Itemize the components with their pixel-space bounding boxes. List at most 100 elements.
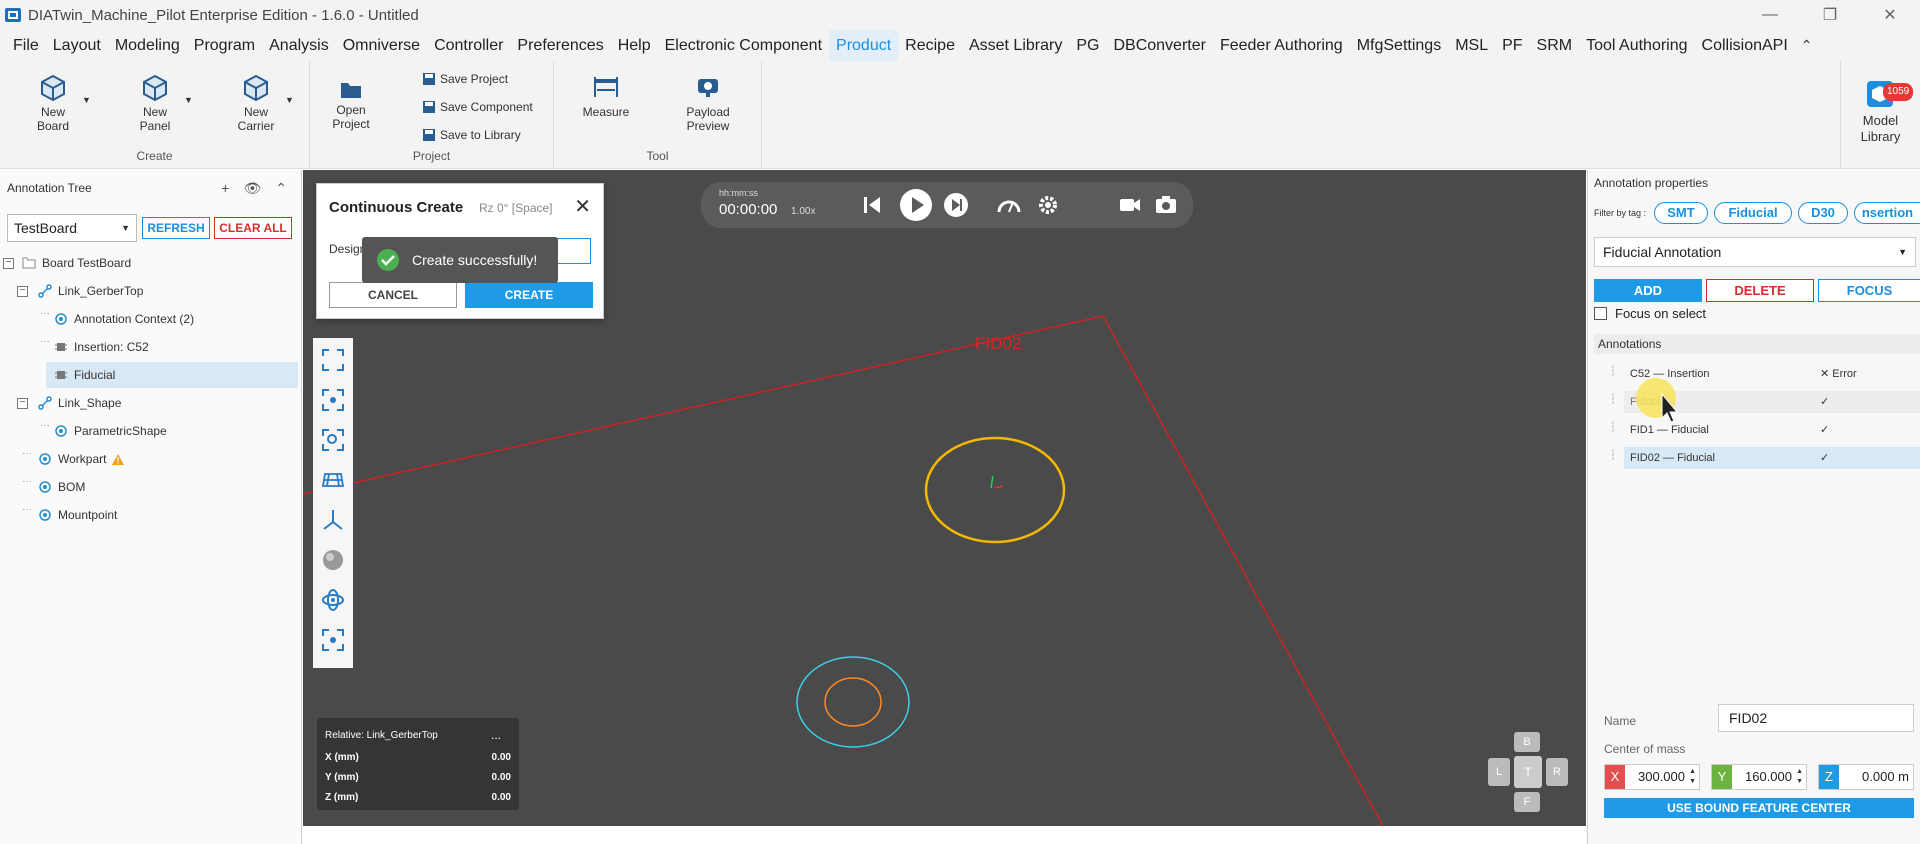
cancel-button[interactable]: CANCEL <box>329 282 457 308</box>
new-carrier-dropdown-icon[interactable]: ▼ <box>285 95 294 105</box>
focus-on-select-checkbox[interactable]: Focus on select <box>1594 306 1706 321</box>
create-button[interactable]: CREATE <box>465 282 593 308</box>
center-x-field[interactable]: X 300.000 ▲ ▼ <box>1604 764 1700 790</box>
collapse-toggle-icon[interactable]: − <box>3 258 14 269</box>
collapse-toggle-icon[interactable]: − <box>17 398 28 409</box>
tree-node-mountpoint[interactable]: Mountpoint <box>38 502 117 528</box>
menu-analysis[interactable]: Analysis <box>262 30 336 61</box>
gear-icon[interactable] <box>1037 194 1059 216</box>
fiducial-orange-circle[interactable] <box>824 677 882 727</box>
tree-node-link-gerbertop[interactable]: Link_GerberTop <box>38 278 143 304</box>
menu-dbconverter[interactable]: DBConverter <box>1106 30 1212 61</box>
menu-recipe[interactable]: Recipe <box>898 30 962 61</box>
name-input[interactable]: FID02 <box>1718 704 1914 732</box>
save-component-button[interactable]: Save Component <box>422 97 533 117</box>
checkbox[interactable] <box>1594 307 1607 320</box>
tree-node-fiducial[interactable]: Fiducial <box>46 362 298 388</box>
new-panel-button[interactable]: New Panel <box>120 73 190 133</box>
navcube-right[interactable]: R <box>1546 758 1568 786</box>
chevron-up-icon[interactable]: ⌃ <box>275 180 287 197</box>
video-camera-icon[interactable] <box>1119 196 1141 214</box>
tree-node-workpart[interactable]: Workpart <box>38 446 130 472</box>
fiducial-cyan-circle[interactable] <box>796 656 910 748</box>
skip-back-icon[interactable] <box>861 194 883 216</box>
stepper-icon[interactable]: ▲ ▼ <box>1796 767 1803 787</box>
menu-layout[interactable]: Layout <box>46 30 108 61</box>
fit-all-icon[interactable] <box>321 348 345 372</box>
add-icon[interactable]: + <box>221 180 229 197</box>
tree-node-bom[interactable]: BOM <box>38 474 85 500</box>
orbit-icon[interactable] <box>321 588 345 612</box>
axis-icon[interactable] <box>321 508 345 532</box>
tag-d30[interactable]: D30 <box>1798 202 1848 224</box>
clear-all-button[interactable]: CLEAR ALL <box>214 217 292 239</box>
menu-pf[interactable]: PF <box>1495 30 1529 61</box>
step-forward-icon[interactable] <box>943 192 969 218</box>
menu-controller[interactable]: Controller <box>427 30 510 61</box>
menu-omniverse[interactable]: Omniverse <box>336 30 427 61</box>
navcube-front[interactable]: F <box>1514 792 1540 812</box>
new-board-dropdown-icon[interactable]: ▼ <box>82 95 91 105</box>
shading-icon[interactable] <box>321 548 345 572</box>
new-carrier-button[interactable]: New Carrier <box>221 73 291 133</box>
grid-icon[interactable] <box>321 468 345 492</box>
center-z-field[interactable]: Z 0.000 m <box>1818 764 1914 790</box>
open-project-button[interactable]: Open Project <box>316 79 386 131</box>
new-panel-dropdown-icon[interactable]: ▼ <box>184 95 193 105</box>
speedometer-icon[interactable] <box>997 194 1021 216</box>
chevron-up-icon[interactable]: ⌃ <box>1801 37 1813 54</box>
focus-button[interactable]: FOCUS <box>1818 279 1920 302</box>
play-icon[interactable] <box>899 188 933 222</box>
refresh-button[interactable]: REFRESH <box>142 217 210 239</box>
menu-srm[interactable]: SRM <box>1530 30 1580 61</box>
collapse-toggle-icon[interactable]: − <box>17 286 28 297</box>
menu-pg[interactable]: PG <box>1069 30 1106 61</box>
navcube-left[interactable]: L <box>1488 758 1510 786</box>
use-bound-feature-center-button[interactable]: USE BOUND FEATURE CENTER <box>1604 798 1914 818</box>
center-y-field[interactable]: Y 160.000 ▲ ▼ <box>1711 764 1807 790</box>
restore-button[interactable]: ❐ <box>1800 0 1860 30</box>
menu-collisionapi[interactable]: CollisionAPI <box>1695 30 1795 61</box>
menu-product[interactable]: Product <box>829 30 899 61</box>
measure-button[interactable]: Measure <box>571 73 641 119</box>
tree-node-board[interactable]: Board TestBoard <box>22 250 131 276</box>
save-project-button[interactable]: Save Project <box>422 69 508 89</box>
minimize-button[interactable]: — <box>1740 0 1800 30</box>
menu-preferences[interactable]: Preferences <box>510 30 610 61</box>
payload-preview-button[interactable]: Payload Preview <box>673 73 743 133</box>
menu-modeling[interactable]: Modeling <box>108 30 187 61</box>
tree-node-link-shape[interactable]: Link_Shape <box>38 390 121 416</box>
menu-program[interactable]: Program <box>187 30 262 61</box>
tree-node-parametricshape[interactable]: ParametricShape <box>54 418 167 444</box>
zoom-icon[interactable] <box>321 428 345 452</box>
model-library-button[interactable]: 1059 Model Library <box>1840 61 1920 169</box>
board-select[interactable]: TestBoard ▼ <box>7 214 137 242</box>
fit-selection-icon[interactable] <box>321 388 345 412</box>
tree-node-insertion[interactable]: Insertion: C52 <box>54 334 149 360</box>
focus-point-icon[interactable] <box>321 628 345 652</box>
save-to-library-button[interactable]: Save to Library <box>422 125 521 145</box>
menu-file[interactable]: File <box>6 30 46 61</box>
menu-mfgsettings[interactable]: MfgSettings <box>1350 30 1448 61</box>
menu-tool-authoring[interactable]: Tool Authoring <box>1579 30 1694 61</box>
navcube-back[interactable]: B <box>1514 732 1540 752</box>
menu-feeder-authoring[interactable]: Feeder Authoring <box>1213 30 1350 61</box>
close-window-button[interactable]: ✕ <box>1860 0 1920 30</box>
add-button[interactable]: ADD <box>1594 279 1702 302</box>
tag-smt[interactable]: SMT <box>1654 202 1708 224</box>
menu-electronic-component[interactable]: Electronic Component <box>658 30 829 61</box>
eye-icon[interactable]: 👁 <box>243 180 261 197</box>
tree-node-annotation-context[interactable]: Annotation Context (2) <box>54 306 194 332</box>
stepper-icon[interactable]: ▲ ▼ <box>1689 767 1696 787</box>
tag-fiducial[interactable]: Fiducial <box>1714 202 1792 224</box>
fiducial-yellow-circle[interactable] <box>924 436 1066 544</box>
menu-help[interactable]: Help <box>611 30 658 61</box>
menu-asset-library[interactable]: Asset Library <box>962 30 1069 61</box>
annotation-row[interactable]: FID02 — Fiducial ✓ <box>1624 447 1920 469</box>
tag-insertion[interactable]: nsertion <box>1854 202 1920 224</box>
menu-msl[interactable]: MSL <box>1448 30 1495 61</box>
screenshot-camera-icon[interactable] <box>1155 195 1177 215</box>
delete-button[interactable]: DELETE <box>1706 279 1814 302</box>
navcube-top[interactable]: T <box>1514 756 1542 788</box>
annotation-type-select[interactable]: Fiducial Annotation ▼ <box>1594 237 1916 267</box>
